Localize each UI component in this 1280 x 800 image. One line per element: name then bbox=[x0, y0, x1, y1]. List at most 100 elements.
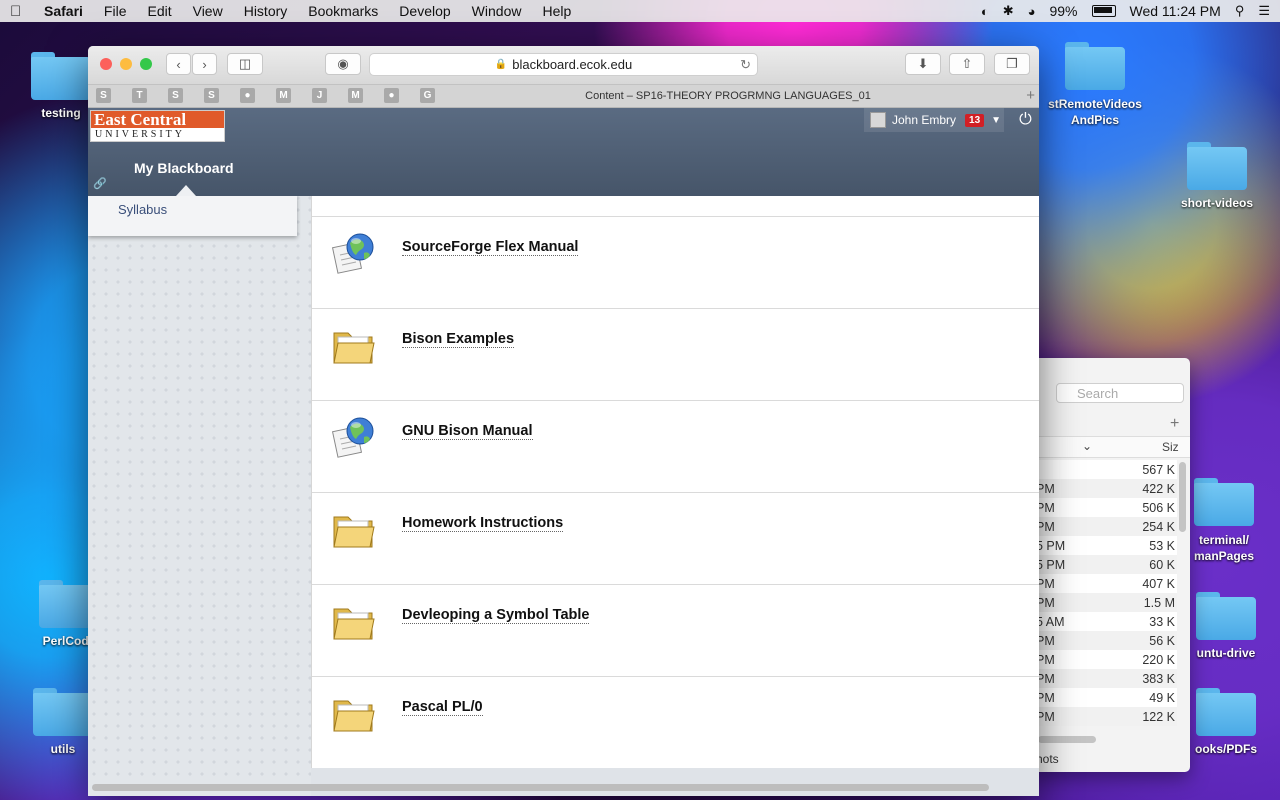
link-icon[interactable]: 🔗 bbox=[93, 177, 107, 190]
add-icon[interactable]: + bbox=[1170, 415, 1179, 433]
content-item-link[interactable]: Bison Examples bbox=[402, 331, 515, 348]
menu-edit[interactable]: Edit bbox=[147, 3, 171, 19]
favorite-bookmark[interactable]: T bbox=[132, 88, 147, 103]
desktop-folder-books-pdfs[interactable]: ooks/PDFs bbox=[1186, 688, 1266, 756]
notification-center-icon[interactable]: ☰ bbox=[1258, 3, 1270, 19]
desktop-folder-testing[interactable]: testing bbox=[26, 52, 96, 120]
content-item-link[interactable]: Homework Instructions bbox=[402, 515, 564, 532]
wifi-icon[interactable]: ◕ bbox=[1028, 4, 1036, 19]
finder-search-input[interactable]: Search bbox=[1056, 383, 1184, 403]
content-item-link[interactable]: Pascal PL/0 bbox=[402, 699, 483, 716]
finder-row[interactable]: PM 122 K bbox=[1032, 707, 1177, 726]
content-item-link[interactable]: GNU Bison Manual bbox=[402, 423, 533, 440]
finder-row[interactable]: 5 PM 53 K bbox=[1032, 536, 1177, 555]
privacy-shield-button[interactable]: ◉ bbox=[325, 53, 361, 75]
folder-icon bbox=[332, 599, 376, 643]
folder-icon bbox=[1194, 478, 1254, 526]
spotlight-search-icon[interactable]: ⚲ bbox=[1235, 3, 1245, 19]
favorite-bookmark[interactable]: S bbox=[168, 88, 183, 103]
battery-percent[interactable]: 99% bbox=[1049, 3, 1077, 19]
finder-window[interactable]: ⚲ Search + ⌄ Siz 567 KPM422 KPM506 KPM25… bbox=[1032, 358, 1190, 772]
finder-row[interactable]: PM 407 K bbox=[1032, 574, 1177, 593]
menu-history[interactable]: History bbox=[244, 3, 288, 19]
forward-button[interactable]: › bbox=[192, 53, 217, 75]
content-item-link[interactable]: SourceForge Flex Manual bbox=[402, 239, 579, 256]
address-bar[interactable]: 🔒 blackboard.ecok.edu ↻ bbox=[369, 53, 758, 76]
minimize-window-button[interactable] bbox=[120, 58, 132, 70]
menubar-clock[interactable]: Wed 11:24 PM bbox=[1130, 3, 1221, 19]
menu-app-safari[interactable]: Safari bbox=[44, 3, 83, 19]
sidebar-icon: ◫ bbox=[238, 56, 252, 71]
finder-row[interactable]: PM 49 K bbox=[1032, 688, 1177, 707]
my-blackboard-tab[interactable]: My Blackboard bbox=[134, 160, 234, 176]
content-item: Pascal PL/0 bbox=[312, 676, 1039, 768]
content-item-link[interactable]: Devleoping a Symbol Table bbox=[402, 607, 590, 624]
favorite-bookmark[interactable]: S bbox=[96, 88, 111, 103]
university-logo[interactable]: East Central UNIVERSITY bbox=[90, 110, 225, 142]
new-tab-icon[interactable]: + bbox=[1026, 87, 1035, 104]
favorite-bookmark[interactable]: M bbox=[276, 88, 291, 103]
finder-row[interactable]: PM 383 K bbox=[1032, 669, 1177, 688]
horizontal-scrollbar[interactable] bbox=[1038, 736, 1096, 743]
file-size: 60 K bbox=[1149, 558, 1175, 572]
size-column-header[interactable]: Siz bbox=[1162, 440, 1179, 454]
favorite-bookmark[interactable]: J bbox=[312, 88, 327, 103]
logout-button[interactable]: ⏻ bbox=[1012, 108, 1039, 132]
downloads-button[interactable]: ⬇ bbox=[905, 53, 941, 75]
sidebar-toggle-button[interactable]: ◫ bbox=[227, 53, 263, 75]
finder-row[interactable]: PM 56 K bbox=[1032, 631, 1177, 650]
finder-row[interactable]: PM 1.5 M bbox=[1032, 593, 1177, 612]
favorite-bookmark[interactable]: M bbox=[348, 88, 363, 103]
desktop-folder-remote-videos[interactable]: stRemoteVideos AndPics bbox=[1040, 42, 1150, 128]
menu-view[interactable]: View bbox=[193, 3, 223, 19]
tab-overview-button[interactable]: ❐ bbox=[994, 53, 1030, 75]
menu-help[interactable]: Help bbox=[542, 3, 571, 19]
chevron-down-icon[interactable]: ⌄ bbox=[1082, 439, 1092, 453]
reload-icon[interactable]: ↻ bbox=[740, 57, 751, 73]
desktop-label: untu-drive bbox=[1196, 646, 1256, 660]
folder-icon bbox=[31, 52, 91, 100]
logo-bottom-text: UNIVERSITY bbox=[95, 129, 185, 140]
vertical-scrollbar[interactable] bbox=[1179, 462, 1186, 532]
tabs-icon: ❐ bbox=[1006, 56, 1018, 71]
menu-develop[interactable]: Develop bbox=[399, 3, 450, 19]
finder-row[interactable]: PM 506 K bbox=[1032, 498, 1177, 517]
folder-icon bbox=[332, 323, 376, 367]
folder-icon bbox=[1196, 688, 1256, 736]
github-icon[interactable]: ● bbox=[240, 88, 255, 103]
favorite-bookmark[interactable]: S bbox=[204, 88, 219, 103]
github-icon[interactable]: ● bbox=[384, 88, 399, 103]
user-menu[interactable]: John Embry 13 ▼ bbox=[864, 108, 1004, 132]
bluetooth-icon[interactable]: ✱ bbox=[1003, 3, 1014, 19]
active-tab[interactable]: Content – SP16-THEORY PROGRMNG LANGUAGES… bbox=[428, 85, 1028, 107]
finder-file-list: 567 K PM 422 K PM 506 K PM 254 K 5 PM 53 K 5 PM 60… bbox=[1032, 460, 1177, 726]
menu-file[interactable]: File bbox=[104, 3, 127, 19]
share-button[interactable]: ⇧ bbox=[949, 53, 985, 75]
finder-row[interactable]: PM 254 K bbox=[1032, 517, 1177, 536]
back-button[interactable]: ‹ bbox=[166, 53, 191, 75]
finder-row[interactable]: PM 422 K bbox=[1032, 479, 1177, 498]
desktop-label: ooks/PDFs bbox=[1194, 742, 1257, 756]
time-machine-icon[interactable]: ◐ bbox=[981, 4, 989, 19]
finder-row[interactable]: 5 AM 33 K bbox=[1032, 612, 1177, 631]
finder-sidebar-label[interactable]: hots bbox=[1036, 752, 1059, 766]
battery-icon[interactable] bbox=[1091, 5, 1116, 17]
finder-column-header[interactable]: ⌄ Siz bbox=[1032, 436, 1190, 458]
content-item: Homework Instructions bbox=[312, 492, 1039, 584]
finder-row[interactable]: 567 K bbox=[1032, 460, 1177, 479]
close-window-button[interactable] bbox=[100, 58, 112, 70]
finder-row[interactable]: 5 PM 60 K bbox=[1032, 555, 1177, 574]
url-text: blackboard.ecok.edu bbox=[512, 57, 633, 72]
apple-menu-icon[interactable]:  bbox=[10, 3, 28, 20]
menu-bookmarks[interactable]: Bookmarks bbox=[308, 3, 378, 19]
desktop-folder-short-videos[interactable]: short-videos bbox=[1172, 142, 1262, 210]
horizontal-scrollbar[interactable] bbox=[92, 784, 989, 791]
date-modified: 5 PM bbox=[1036, 558, 1066, 572]
desktop-folder-ubuntu-drive[interactable]: untu-drive bbox=[1186, 592, 1266, 660]
finder-row[interactable]: PM 220 K bbox=[1032, 650, 1177, 669]
desktop-folder-terminal[interactable]: terminal/ manPages bbox=[1184, 478, 1264, 564]
content-item: SourceForge Flex Manual bbox=[312, 216, 1039, 308]
menu-window[interactable]: Window bbox=[472, 3, 522, 19]
zoom-window-button[interactable] bbox=[140, 58, 152, 70]
menu-link-syllabus[interactable]: Syllabus bbox=[118, 202, 167, 217]
